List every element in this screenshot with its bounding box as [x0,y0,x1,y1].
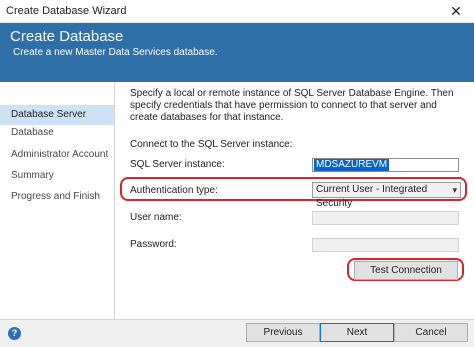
window-title: Create Database Wizard [6,5,127,17]
close-icon[interactable]: ✕ [438,0,474,22]
password-label: Password: [130,239,177,250]
page-description: Specify a local or remote instance of SQ… [130,88,454,123]
sidebar-item-database[interactable]: Database [0,123,114,143]
chevron-down-icon: ▾ [452,185,457,195]
sidebar-item-summary[interactable]: Summary [0,166,114,186]
sql-instance-input[interactable]: MDSAZUREVM [312,158,459,172]
wizard-banner: Create Database Create a new Master Data… [0,23,474,82]
wizard-steps-sidebar: Database Server Database Administrator A… [0,82,115,319]
username-input[interactable] [312,211,459,225]
sidebar-item-progress-and-finish[interactable]: Progress and Finish [0,187,114,207]
wizard-footer: ? Previous Next Cancel [0,319,474,347]
wizard-content: Specify a local or remote instance of SQ… [115,82,474,319]
test-connection-button[interactable]: Test Connection [354,261,458,280]
help-icon[interactable]: ? [8,327,21,340]
password-input[interactable] [312,238,459,252]
sidebar-item-administrator-account[interactable]: Administrator Account [0,145,114,165]
connect-heading: Connect to the SQL Server instance: [130,139,293,150]
next-button[interactable]: Next [320,323,394,342]
auth-type-label: Authentication type: [130,185,218,196]
auth-type-value: Current User - Integrated Security [316,184,428,209]
sql-instance-value: MDSAZUREVM [314,159,390,171]
sidebar-item-database-server[interactable]: Database Server [0,105,114,125]
username-label: User name: [130,212,182,223]
previous-button[interactable]: Previous [246,323,320,342]
banner-heading: Create Database [10,28,124,45]
banner-subtitle: Create a new Master Data Services databa… [13,47,218,58]
cancel-button[interactable]: Cancel [394,323,468,342]
sql-instance-label: SQL Server instance: [130,159,225,170]
title-bar: Create Database Wizard ✕ [0,0,474,23]
auth-type-select[interactable]: Current User - Integrated Security ▾ [312,182,461,209]
